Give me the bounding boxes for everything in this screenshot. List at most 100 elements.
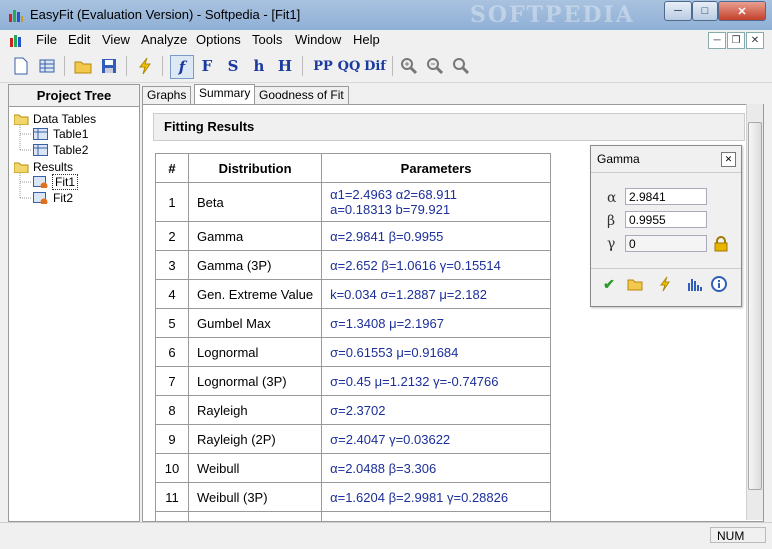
menu-tools[interactable]: Tools xyxy=(252,32,282,47)
cdf-graph-button[interactable]: F xyxy=(196,55,218,77)
scrollbar-thumb[interactable] xyxy=(748,122,762,490)
difference-plot-button[interactable]: Dif xyxy=(362,55,388,77)
table-icon xyxy=(33,144,48,156)
open-button[interactable] xyxy=(625,274,645,294)
alpha-input[interactable]: 2.9841 xyxy=(625,188,707,205)
beta-input[interactable]: 0.9955 xyxy=(625,211,707,228)
open-folder-icon xyxy=(627,279,643,291)
table-row[interactable]: 9 Rayleigh (2P) σ=2.4047 γ=0.03622 xyxy=(155,424,552,454)
table-icon xyxy=(39,59,55,73)
tree-node-table2[interactable]: Table2 xyxy=(53,143,88,157)
row-number: 3 xyxy=(155,250,189,280)
table-row[interactable]: 10 Weibull α=2.0488 β=3.306 xyxy=(155,453,552,483)
zoom-in-button[interactable] xyxy=(398,55,420,77)
distribution-name: Rayleigh (2P) xyxy=(187,424,323,454)
tree-node-table1[interactable]: Table1 xyxy=(53,127,88,141)
new-document-button[interactable] xyxy=(10,55,32,77)
survival-graph-button[interactable]: S xyxy=(222,55,244,77)
gamma-panel-close-button[interactable]: ✕ xyxy=(721,152,736,167)
document-icon xyxy=(10,33,24,47)
toolbar: f F S h H PP QQ Dif xyxy=(0,52,772,83)
menu-edit[interactable]: Edit xyxy=(68,32,90,47)
row-number: 11 xyxy=(155,482,189,512)
minimize-button[interactable]: ─ xyxy=(664,1,692,21)
fit-button[interactable] xyxy=(655,274,675,294)
tree-node-results[interactable]: Results xyxy=(33,160,73,174)
table-row[interactable]: 11 Weibull (3P) α=1.6204 β=2.9981 γ=0.2882… xyxy=(155,482,552,512)
qq-plot-button[interactable]: QQ xyxy=(336,55,362,77)
open-button[interactable] xyxy=(72,55,94,77)
gamma-panel-title: Gamma xyxy=(597,152,640,166)
table-row[interactable]: 5 Gumbel Max σ=1.3408 μ=2.1967 xyxy=(155,308,552,338)
menu-analyze[interactable]: Analyze xyxy=(141,32,187,47)
histogram-icon xyxy=(688,279,702,291)
info-button[interactable] xyxy=(709,274,729,294)
pdf-graph-button[interactable]: f xyxy=(170,55,194,79)
parameters-line: a=0.18313 b=79.921 xyxy=(330,202,451,217)
mdi-restore-button[interactable]: ❐ xyxy=(727,32,745,49)
distribution-name: Gumbel Max xyxy=(187,308,323,338)
distribution-parameters: α1=2.4963 α2=68.911 a=0.18313 b=79.921 xyxy=(321,182,552,222)
lock-button[interactable] xyxy=(713,236,729,252)
menu-options[interactable]: Options xyxy=(196,32,241,47)
tab-graphs[interactable]: Graphs xyxy=(142,86,192,104)
column-header-parameters: Parameters xyxy=(321,153,552,183)
row-number: 6 xyxy=(155,337,189,367)
distribution-name: Gamma xyxy=(187,221,323,251)
table-row[interactable]: 12Johnson SUNo fit xyxy=(155,511,552,521)
close-button[interactable]: ✕ xyxy=(718,1,766,21)
save-icon xyxy=(102,59,116,73)
menu-window[interactable]: Window xyxy=(295,32,341,47)
row-number: 1 xyxy=(155,182,189,222)
new-table-button[interactable] xyxy=(36,55,58,77)
table-row[interactable]: 4 Gen. Extreme Value k=0.034 σ=1.2887 μ=2.… xyxy=(155,279,552,309)
beta-label: β xyxy=(607,213,616,229)
mdi-close-button[interactable]: ✕ xyxy=(746,32,764,49)
row-number: 2 xyxy=(155,221,189,251)
folder-open-icon xyxy=(14,114,29,125)
pp-plot-button[interactable]: PP xyxy=(310,55,336,77)
checkmark-icon: ✔ xyxy=(603,275,615,292)
distribution-name: Weibull xyxy=(187,453,323,483)
tab-goodness-of-fit[interactable]: Goodness of Fit xyxy=(254,86,349,104)
zoom-reset-button[interactable] xyxy=(450,55,472,77)
mdi-minimize-button[interactable]: ─ xyxy=(708,32,726,49)
project-tree-panel: Project Tree Data Tables Table1 Table2 R… xyxy=(8,84,140,522)
table-row[interactable]: 1 Beta α1=2.4963 α2=68.911 a=0.18313 b=79.9… xyxy=(155,182,552,222)
folder-open-icon xyxy=(14,162,29,173)
tree-node-fit1[interactable]: Fit1 xyxy=(52,174,79,190)
table-row[interactable]: 8 Rayleigh σ=2.3702 xyxy=(155,395,552,425)
parameters-line: α=2.652 β=1.0616 γ=0.15514 xyxy=(330,257,501,273)
lightning-icon xyxy=(660,276,670,292)
zoom-out-button[interactable] xyxy=(424,55,446,77)
menu-help[interactable]: Help xyxy=(353,32,380,47)
results-table: # Distribution Parameters 1 Beta α1=2.4963… xyxy=(155,153,552,521)
save-button[interactable] xyxy=(98,55,120,77)
table-header-row: # Distribution Parameters xyxy=(155,153,552,183)
table-row[interactable]: 2 Gamma α=2.9841 β=0.9955 xyxy=(155,221,552,251)
maximize-button[interactable]: □ xyxy=(692,1,718,21)
tab-summary[interactable]: Summary xyxy=(194,84,256,105)
tree-node-data-tables[interactable]: Data Tables xyxy=(33,112,96,126)
hazard-graph-button[interactable]: h xyxy=(248,55,270,77)
distribution-parameters: No fit xyxy=(321,511,552,521)
histogram-button[interactable] xyxy=(685,274,705,294)
distribution-parameters: α=2.9841 β=0.9955 xyxy=(321,221,552,251)
fit-button[interactable] xyxy=(134,55,156,77)
table-row[interactable]: 3 Gamma (3P) α=2.652 β=1.0616 γ=0.15514 xyxy=(155,250,552,280)
lightning-icon xyxy=(138,57,151,75)
table-row[interactable]: 6 Lognormal σ=0.61553 μ=0.91684 xyxy=(155,337,552,367)
apply-button[interactable]: ✔ xyxy=(599,274,619,294)
menu-view[interactable]: View xyxy=(102,32,130,47)
cumulative-hazard-button[interactable]: H xyxy=(274,55,296,77)
distribution-name: Beta xyxy=(187,182,323,222)
table-row[interactable]: 7 Lognormal (3P) σ=0.45 μ=1.2132 γ=-0.7476… xyxy=(155,366,552,396)
zoom-out-icon xyxy=(427,58,444,75)
close-icon: ✕ xyxy=(737,5,747,18)
gamma-input[interactable]: 0 xyxy=(625,235,707,252)
tree-node-fit2[interactable]: Fit2 xyxy=(53,191,73,205)
parameters-line: σ=0.45 μ=1.2132 γ=-0.74766 xyxy=(330,373,499,389)
distribution-parameters: α=1.6204 β=2.9981 γ=0.28826 xyxy=(321,482,552,512)
menu-file[interactable]: File xyxy=(36,32,57,47)
parameters-line: σ=2.4047 γ=0.03622 xyxy=(330,431,451,447)
